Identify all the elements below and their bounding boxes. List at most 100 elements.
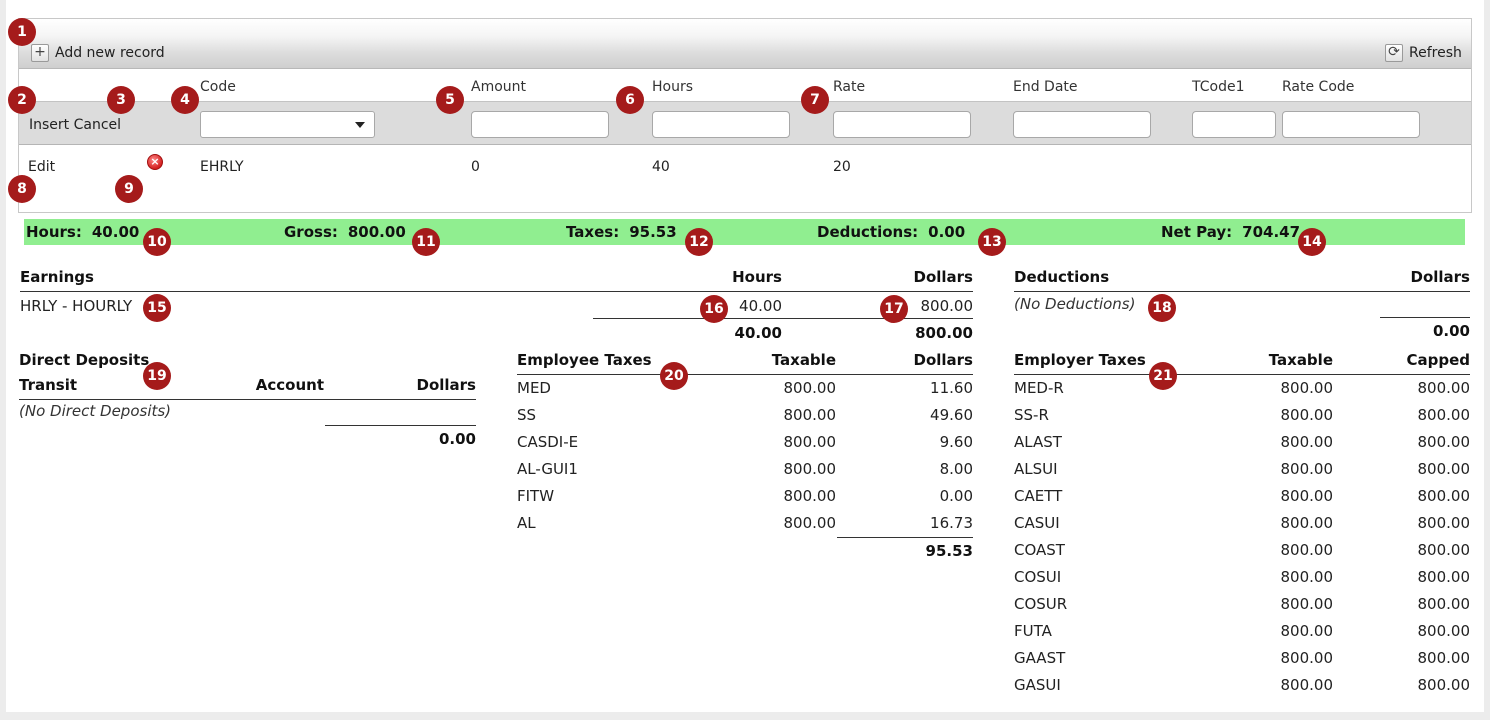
earnings-total-hours: 40.00	[734, 324, 782, 342]
cancel-link[interactable]: Cancel	[74, 117, 121, 133]
employer-tax-code: SS-R	[1014, 406, 1049, 424]
edit-link[interactable]: Edit	[28, 159, 55, 175]
refresh-icon: ⟳	[1385, 44, 1403, 62]
summary-net-pay: Net Pay: 704.47	[1161, 223, 1301, 241]
employee-tax-taxable: 800.00	[783, 406, 837, 424]
chevron-down-icon	[355, 122, 365, 128]
employee-tax-code: CASDI-E	[517, 433, 579, 451]
employer-tax-code: COSUR	[1014, 595, 1068, 613]
delete-icon[interactable]: ×	[147, 154, 163, 170]
summary-hours: Hours: 40.00	[26, 223, 140, 241]
earnings-total-dollars: 800.00	[915, 324, 973, 342]
annotation-badge: 21	[1149, 362, 1177, 390]
earnings-row-name: HRLY - HOURLY	[20, 297, 133, 315]
add-new-record-button[interactable]: + Add new record	[31, 44, 165, 62]
column-header-amount[interactable]: Amount	[471, 79, 526, 95]
employer-tax-taxable: 800.00	[1280, 379, 1334, 397]
employer-tax-code: GAAST	[1014, 649, 1066, 667]
summary-gross: Gross: 800.00	[284, 223, 406, 241]
end-date-input[interactable]	[1013, 111, 1151, 138]
employer-tax-capped: 800.00	[1417, 460, 1471, 478]
page: + Add new record ⟳ Refresh Code Amount H…	[6, 0, 1484, 712]
records-grid: + Add new record ⟳ Refresh Code Amount H…	[18, 18, 1472, 213]
direct-deposits-dollars-header: Dollars	[416, 376, 477, 394]
insert-row: Insert Cancel	[19, 101, 1471, 145]
tcode1-input[interactable]	[1192, 111, 1276, 138]
employer-tax-taxable: 800.00	[1280, 568, 1334, 586]
refresh-label: Refresh	[1409, 45, 1462, 61]
row-amount: 0	[471, 159, 480, 175]
employee-taxes-title: Employee Taxes	[517, 351, 652, 369]
employer-tax-taxable: 800.00	[1280, 460, 1334, 478]
pay-summary-bar: Hours: 40.00 Gross: 800.00 Taxes: 95.53 Ded…	[24, 219, 1465, 245]
employer-tax-taxable: 800.00	[1280, 433, 1334, 451]
employee-taxes-dollars-header: Dollars	[913, 351, 974, 369]
summary-deductions: Deductions: 0.00	[817, 223, 966, 241]
column-header-code[interactable]: Code	[200, 79, 236, 95]
employee-tax-code: FITW	[517, 487, 555, 505]
column-header-rate[interactable]: Rate	[833, 79, 865, 95]
annotation-badge: 9	[115, 175, 143, 203]
earnings-title: Earnings	[20, 268, 94, 286]
deductions-dollars-header: Dollars	[1410, 268, 1471, 286]
employer-tax-taxable: 800.00	[1280, 541, 1334, 559]
annotation-badge: 4	[171, 86, 199, 114]
employer-tax-code: FUTA	[1014, 622, 1052, 640]
employer-tax-capped: 800.00	[1417, 487, 1471, 505]
direct-deposits-header-rule	[19, 399, 476, 400]
employee-tax-code: AL-GUI1	[517, 460, 578, 478]
row-code: EHRLY	[200, 159, 244, 175]
code-dropdown[interactable]	[200, 111, 375, 138]
employer-tax-capped: 800.00	[1417, 595, 1471, 613]
employee-tax-taxable: 800.00	[783, 514, 837, 532]
employer-tax-capped: 800.00	[1417, 676, 1471, 694]
annotation-badge: 13	[978, 228, 1006, 256]
row-rate: 20	[833, 159, 851, 175]
column-header-hours[interactable]: Hours	[652, 79, 693, 95]
employer-tax-taxable: 800.00	[1280, 514, 1334, 532]
deductions-total-rule	[1380, 317, 1470, 318]
employee-tax-dollars: 8.00	[939, 460, 973, 478]
column-header-rate-code[interactable]: Rate Code	[1282, 79, 1354, 95]
employee-taxes-total: 95.53	[925, 542, 973, 560]
employer-tax-code: COSUI	[1014, 568, 1062, 586]
column-header-end-date[interactable]: End Date	[1013, 79, 1078, 95]
employer-taxes-taxable-header: Taxable	[1268, 351, 1333, 369]
employee-tax-taxable: 800.00	[783, 460, 837, 478]
refresh-button[interactable]: ⟳ Refresh	[1385, 44, 1462, 62]
annotation-badge: 6	[616, 86, 644, 114]
earnings-total-rule	[593, 318, 973, 319]
employer-tax-code: MED-R	[1014, 379, 1064, 397]
rate-code-input[interactable]	[1282, 111, 1420, 138]
employee-tax-code: AL	[517, 514, 536, 532]
annotation-badge: 17	[880, 295, 908, 323]
employer-tax-code: CASUI	[1014, 514, 1060, 532]
annotation-badge: 16	[700, 295, 728, 323]
employee-tax-dollars: 16.73	[930, 514, 973, 532]
insert-link[interactable]: Insert	[29, 117, 69, 133]
annotation-badge: 1	[8, 18, 36, 46]
amount-input[interactable]	[471, 111, 609, 138]
annotation-badge: 15	[143, 294, 171, 322]
annotation-badge: 12	[685, 228, 713, 256]
annotation-badge: 14	[1298, 228, 1326, 256]
employee-taxes-total-rule	[837, 537, 973, 538]
hours-input[interactable]	[652, 111, 790, 138]
employer-tax-capped: 800.00	[1417, 433, 1471, 451]
rate-input[interactable]	[833, 111, 971, 138]
add-new-record-label: Add new record	[55, 45, 165, 61]
annotation-badge: 8	[8, 175, 36, 203]
insert-cancel-links: Insert Cancel	[29, 117, 121, 133]
annotation-badge: 5	[436, 86, 464, 114]
direct-deposits-total: 0.00	[438, 430, 476, 448]
employer-taxes-header-rule	[1014, 374, 1470, 375]
employer-tax-capped: 800.00	[1417, 406, 1471, 424]
column-header-tcode1[interactable]: TCode1	[1192, 79, 1244, 95]
employee-tax-code: SS	[517, 406, 537, 424]
employer-tax-taxable: 800.00	[1280, 487, 1334, 505]
employer-taxes-capped-header: Capped	[1406, 351, 1470, 369]
direct-deposits-empty-text: (No Direct Deposits)	[19, 402, 172, 420]
direct-deposits-total-rule	[325, 425, 476, 426]
annotation-badge: 10	[143, 228, 171, 256]
employee-tax-taxable: 800.00	[783, 433, 837, 451]
